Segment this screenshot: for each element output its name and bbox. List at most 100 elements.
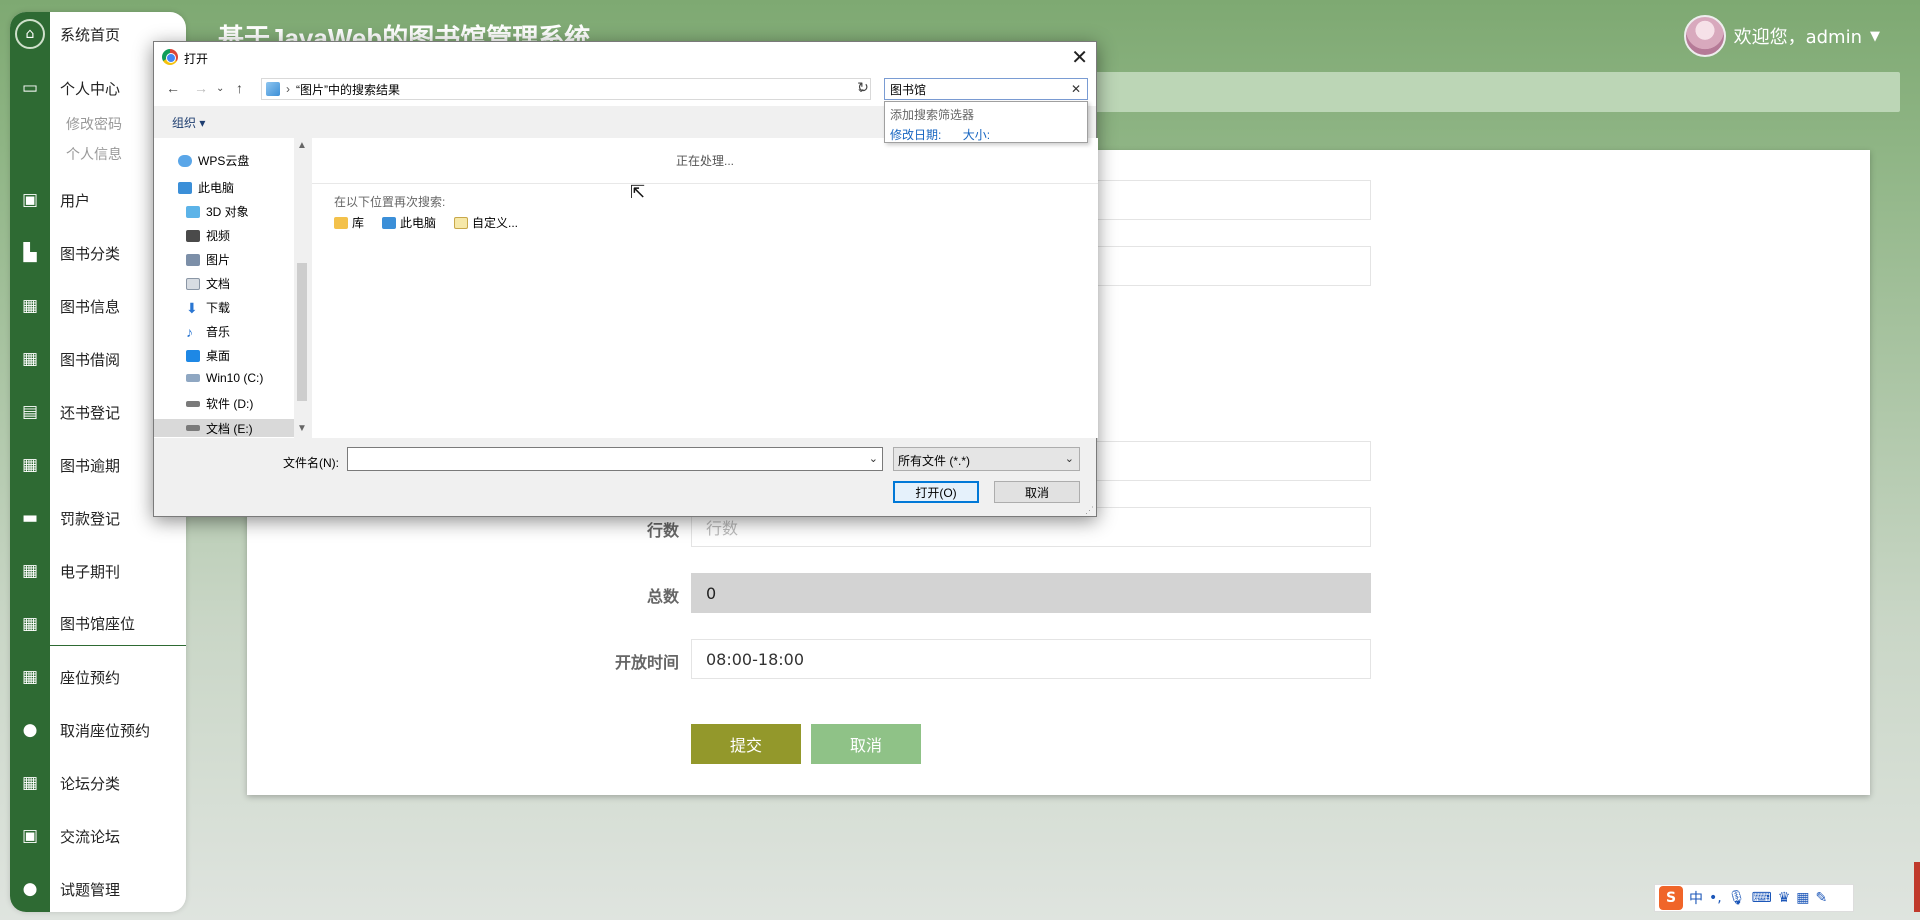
cancel-button[interactable]: 取消	[811, 724, 921, 764]
tree-item-wps-cloud[interactable]: WPS云盘	[178, 152, 249, 169]
total-label: 总数	[646, 587, 679, 606]
sogou-logo-icon[interactable]: S	[1659, 886, 1683, 910]
filetype-select[interactable]: 所有文件 (*.*) ⌄	[893, 447, 1080, 471]
sidebar-item-label: 用户	[60, 191, 91, 210]
search-location-custom[interactable]: 自定义...	[454, 214, 518, 231]
sidebar-item-seat-booking[interactable]: ▦ 座位预约	[10, 655, 186, 699]
scroll-thumb[interactable]	[297, 263, 307, 401]
location-label: 此电脑	[400, 216, 437, 230]
tree-item-pictures[interactable]: 图片	[186, 251, 230, 268]
close-icon[interactable]: ✕	[1071, 45, 1088, 70]
clear-icon[interactable]: ✕	[1071, 82, 1081, 96]
tree-item-label: 3D 对象	[206, 205, 249, 219]
grid-icon: ▦	[21, 296, 39, 316]
sidebar-item-label: 交流论坛	[60, 827, 121, 846]
location-label: 库	[352, 216, 365, 230]
chevron-down-icon[interactable]: ⌄	[1065, 452, 1074, 465]
dialog-cancel-button[interactable]: 取消	[994, 481, 1080, 503]
recent-dropdown-icon[interactable]: ⌄	[216, 83, 224, 94]
forward-arrow-icon[interactable]: →	[194, 80, 208, 96]
sidebar-item-cancel-seat-booking[interactable]: ● 取消座位预约	[10, 708, 186, 752]
scroll-up-icon[interactable]: ▲	[297, 140, 307, 151]
grid9-icon: ▦	[21, 455, 39, 475]
submit-button[interactable]: 提交	[691, 724, 801, 764]
tree-item-drive-e[interactable]: 文档 (E:)	[154, 419, 294, 437]
tree-scrollbar[interactable]: ▲ ▼	[294, 138, 310, 438]
tree-item-drive-d[interactable]: 软件 (D:)	[186, 395, 253, 412]
address-text: “图片”中的搜索结果	[296, 82, 400, 97]
filter-size[interactable]: 大小:	[963, 128, 990, 142]
welcome-text[interactable]: 欢迎您，admin	[1734, 23, 1862, 49]
ime-toolbar: S 中 •, 🎙 ⌨ ♛ ▦ ✎	[1654, 884, 1854, 912]
toolbox-icon[interactable]: ▦	[1796, 890, 1809, 906]
cloud-icon	[178, 154, 192, 167]
skin-icon[interactable]: ♛	[1778, 890, 1791, 906]
resize-grip-icon[interactable]: ⋰	[1085, 505, 1094, 516]
tree-item-documents[interactable]: 文档	[186, 275, 230, 292]
search-location-this-pc[interactable]: 此电脑	[382, 214, 436, 231]
organize-button[interactable]: 组织 ▾	[172, 114, 205, 131]
clipboard-x-icon: ▣	[21, 826, 39, 846]
up-arrow-icon[interactable]: ↑	[236, 80, 243, 96]
page-scrollbar[interactable]	[1914, 862, 1920, 912]
sidebar-item-forum[interactable]: ▣ 交流论坛	[10, 814, 186, 858]
tree-item-downloads[interactable]: ⬇ 下载	[186, 299, 230, 316]
document-icon	[186, 277, 200, 290]
open-time-label: 开放时间	[614, 653, 679, 672]
tree-item-music[interactable]: ♪ 音乐	[186, 323, 230, 340]
music-icon: ♪	[186, 323, 193, 340]
grid-icon: ▦	[21, 613, 39, 634]
tree-item-drive-c[interactable]: Win10 (C:)	[186, 371, 263, 385]
sidebar-subitem-personal-info[interactable]: 个人信息	[66, 144, 122, 164]
search-location-libraries[interactable]: 库	[334, 214, 364, 231]
refresh-icon[interactable]: ↻	[853, 79, 873, 99]
dialog-titlebar[interactable]: 打开 ✕	[154, 42, 1096, 72]
sidebar-item-library-seats[interactable]: ▦ 图书馆座位	[10, 602, 186, 646]
search-input[interactable]: 图书馆 ✕	[884, 78, 1088, 100]
user-menu[interactable]: 欢迎您，admin ▼	[1683, 14, 1880, 58]
file-open-dialog: 打开 ✕ ← → ⌄ ↑ › “图片”中的搜索结果 ⌄ ↻ 图书馆 ✕ 添加搜索…	[153, 41, 1098, 518]
sidebar-item-label: 罚款登记	[60, 509, 121, 528]
filter-date-modified[interactable]: 修改日期:	[890, 128, 941, 142]
more-icon[interactable]: ✎	[1816, 890, 1828, 906]
drive-icon	[186, 425, 200, 431]
scroll-down-icon[interactable]: ▼	[297, 423, 307, 434]
back-arrow-icon[interactable]: ←	[166, 80, 180, 96]
library-folder-icon	[334, 216, 348, 229]
user-icon: ●	[22, 879, 38, 899]
chevron-down-icon[interactable]: ⌄	[869, 452, 878, 465]
printer-icon: ▬	[21, 508, 39, 528]
processing-status: 正在处理...	[675, 154, 734, 168]
sidebar-subitem-change-password[interactable]: 修改密码	[66, 114, 122, 134]
sidebar-item-label: 图书分类	[60, 244, 121, 263]
tree-item-desktop[interactable]: 桌面	[186, 347, 230, 364]
sidebar-item-forum-category[interactable]: ▦ 论坛分类	[10, 761, 186, 805]
tree-item-this-pc[interactable]: 此电脑	[178, 179, 234, 196]
filetype-value: 所有文件 (*.*)	[898, 454, 971, 468]
punctuation-icon[interactable]: •,	[1709, 890, 1722, 906]
dialog-footer: 文件名(N): ⌄ 所有文件 (*.*) ⌄ 打开(O) 取消 ⋰	[154, 438, 1096, 518]
tree-item-label: 视频	[206, 229, 231, 243]
download-icon: ⬇	[186, 299, 198, 316]
sidebar-item-label: 图书逾期	[60, 456, 121, 475]
keyboard-icon[interactable]: ⌨	[1752, 890, 1772, 906]
open-button[interactable]: 打开(O)	[893, 481, 979, 503]
open-time-input[interactable]: 08:00-18:00	[691, 639, 1371, 679]
clipboard-icon: ▤	[21, 402, 39, 422]
ime-mode[interactable]: 中	[1689, 888, 1703, 908]
tree-item-label: 下载	[206, 301, 231, 315]
filename-field[interactable]: ⌄	[347, 447, 883, 471]
microphone-icon[interactable]: 🎙	[1728, 890, 1746, 906]
sidebar-item-ejournals[interactable]: ▦ 电子期刊	[10, 549, 186, 593]
avatar[interactable]	[1683, 15, 1726, 57]
tree-item-videos[interactable]: 视频	[186, 227, 230, 244]
bulb-icon: ●	[22, 720, 38, 740]
caret-down-icon[interactable]: ▼	[1870, 29, 1880, 44]
address-bar[interactable]: › “图片”中的搜索结果 ⌄	[261, 78, 871, 100]
tree-item-3d-objects[interactable]: 3D 对象	[186, 203, 249, 220]
custom-folder-icon	[454, 216, 468, 229]
search-again-label: 在以下位置再次搜索:	[334, 195, 446, 209]
sidebar-item-exam-management[interactable]: ● 试题管理	[10, 867, 186, 911]
rows-label: 行数	[646, 521, 679, 540]
drive-icon	[186, 374, 200, 382]
